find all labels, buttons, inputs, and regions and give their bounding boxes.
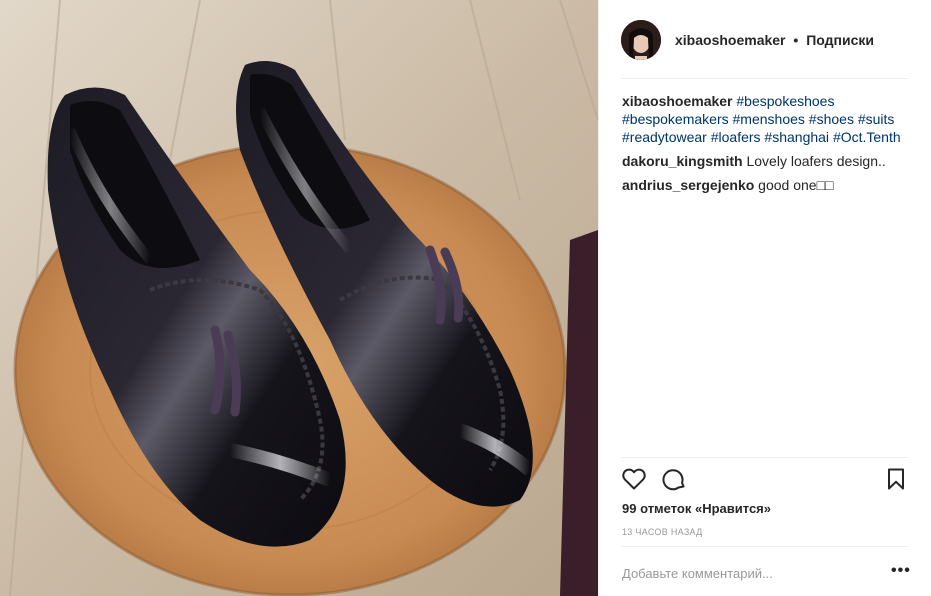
hashtag-link[interactable]: #menshoes (733, 111, 805, 127)
author-avatar[interactable] (621, 20, 661, 60)
hashtag-link[interactable]: #suits (858, 111, 895, 127)
comment-button[interactable] (661, 466, 687, 492)
hashtag-link[interactable]: #shanghai (764, 129, 829, 145)
heart-icon (622, 468, 646, 490)
caption-username[interactable]: xibaoshoemaker (622, 93, 733, 109)
comment-bubble-icon (662, 469, 685, 491)
post-timestamp[interactable]: 13 часов назад (622, 527, 703, 537)
caption-line-3: #readytowear #loafers #shanghai #Oct.Ten… (622, 128, 912, 146)
post-sidebar: xibaoshoemaker • Подписки xibaoshoemaker… (598, 0, 931, 596)
comment-divider (621, 546, 909, 547)
bookmark-icon (888, 468, 904, 490)
caption-line-1: xibaoshoemaker #bespokeshoes (622, 92, 912, 110)
like-button[interactable] (621, 466, 647, 492)
save-button[interactable] (883, 466, 909, 492)
more-options-icon[interactable]: ••• (891, 563, 911, 579)
caption: xibaoshoemaker #bespokeshoes #bespokemak… (622, 92, 912, 146)
comment-text: Lovely loafers design.. (746, 153, 886, 169)
comments-list: xibaoshoemaker #bespokeshoes #bespokemak… (622, 92, 912, 200)
caption-line-2: #bespokemakers #menshoes #shoes #suits (622, 110, 912, 128)
hashtag-link[interactable]: #shoes (809, 111, 854, 127)
add-comment-input[interactable]: Добавьте комментарий... (622, 566, 773, 581)
hashtag-link[interactable]: #loafers (711, 129, 761, 145)
header-text: xibaoshoemaker • Подписки (675, 32, 874, 48)
comment-item: dakoru_kingsmith Lovely loafers design.. (622, 152, 912, 170)
action-bar (621, 466, 911, 494)
comment-username[interactable]: dakoru_kingsmith (622, 153, 743, 169)
header-separator: • (793, 32, 799, 48)
hashtag-link[interactable]: #bespokemakers (622, 111, 729, 127)
actions-divider (621, 457, 909, 458)
hashtag-link[interactable]: #bespokeshoes (736, 93, 834, 109)
post-photo[interactable] (0, 0, 598, 596)
author-username[interactable]: xibaoshoemaker (675, 32, 786, 48)
post-header: xibaoshoemaker • Подписки (621, 18, 909, 62)
likes-count[interactable]: 99 отметок «Нравится» (622, 501, 771, 516)
header-divider (621, 78, 909, 79)
hashtag-link[interactable]: #Oct.Tenth (833, 129, 901, 145)
following-button[interactable]: Подписки (806, 32, 874, 48)
avatar-photo (621, 20, 661, 60)
comment-item: andrius_sergejenko good one□□ (622, 176, 912, 194)
comment-text: good one□□ (758, 177, 834, 193)
hashtag-link[interactable]: #readytowear (622, 129, 707, 145)
comment-username[interactable]: andrius_sergejenko (622, 177, 754, 193)
loafers-image (0, 0, 598, 596)
